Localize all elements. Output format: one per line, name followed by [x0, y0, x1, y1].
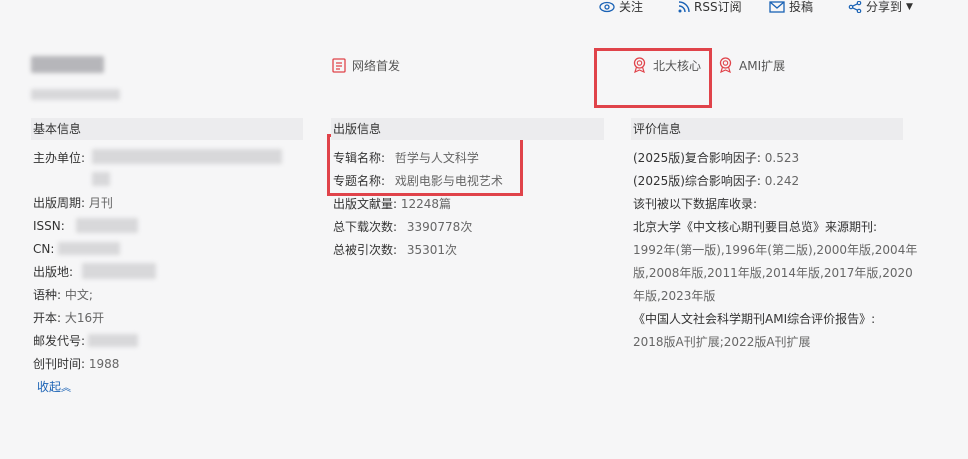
pku-years-line-3: 年版,2023年版: [633, 289, 716, 303]
topic-value: 戏剧电影与电视艺术: [394, 174, 503, 188]
downloads-row: 总下载次数: 3390778次: [333, 219, 472, 235]
comprehensive-if-label: (2025版)综合影响因子:: [633, 174, 761, 188]
volume-value: 12248篇: [400, 197, 452, 211]
cn-label: CN:: [33, 242, 55, 256]
format-label: 开本:: [33, 311, 62, 325]
place-row: 出版地:: [33, 264, 73, 280]
lang-value: 中文;: [64, 288, 93, 302]
pku-years-line-1: 1992年(第一版),1996年(第二版),2000年版,2004年: [633, 243, 918, 257]
rss-label: RSS订阅: [694, 0, 742, 14]
issn-row: ISSN:: [33, 218, 65, 234]
mail-icon: [769, 1, 785, 13]
composite-if-row: (2025版)复合影响因子: 0.523: [633, 150, 799, 166]
lang-row: 语种: 中文;: [33, 287, 93, 303]
place-label: 出版地:: [33, 265, 74, 279]
album-row: 专辑名称: 哲学与人文科学: [333, 150, 479, 166]
composite-if-label: (2025版)复合影响因子:: [633, 151, 761, 165]
citations-row: 总被引次数: 35301次: [333, 242, 457, 258]
founded-value: 1988: [88, 357, 120, 371]
ami-ext-label: AMI扩展: [739, 58, 786, 73]
issn-value: [76, 218, 138, 233]
highlight-box-pku: [594, 48, 712, 108]
eye-icon: [599, 1, 615, 13]
document-icon: [332, 57, 346, 73]
album-value: 哲学与人文科学: [394, 151, 479, 165]
rss-button[interactable]: RSS订阅: [678, 0, 742, 14]
collapse-link[interactable]: 收起︽: [37, 378, 71, 395]
top-toolbar: 关注 RSS订阅 投稿 分享到 ▼: [0, 0, 968, 14]
share-icon: [848, 1, 862, 13]
ami-report-line: 《中国人文社会科学期刊AMI综合评价报告》:: [633, 312, 876, 326]
volume-row: 出版文献量: 12248篇: [333, 196, 451, 212]
rss-icon: [678, 1, 690, 13]
founded-label: 创刊时间:: [33, 357, 86, 371]
period-row: 出版周期: 月刊: [33, 195, 113, 211]
issn-label: ISSN:: [33, 219, 65, 233]
pku-years-line-2: 版,2008年版,2011年版,2014年版,2017年版,2020: [633, 266, 913, 280]
journal-subtitle: [31, 89, 120, 100]
downloads-label: 总下载次数:: [333, 220, 398, 234]
place-value: [82, 263, 156, 279]
publish-info-heading: 出版信息: [331, 118, 604, 140]
postal-value: [88, 334, 138, 347]
sponsor-row: 主办单位:: [33, 150, 85, 166]
network-first-tag: 网络首发: [332, 57, 400, 73]
postal-row: 邮发代号:: [33, 333, 85, 349]
sponsor-label: 主办单位:: [33, 151, 86, 165]
indexed-label: 该刊被以下数据库收录:: [633, 197, 758, 211]
citations-value: 35301次: [406, 243, 458, 257]
cn-value: [58, 242, 120, 255]
journal-title: [31, 56, 104, 73]
share-button[interactable]: 分享到 ▼: [848, 0, 913, 14]
basic-info-heading: 基本信息: [31, 118, 303, 140]
caret-down-icon: ▼: [906, 2, 913, 12]
ami-ext-tag[interactable]: AMI扩展: [718, 57, 785, 73]
topic-label: 专题名称:: [333, 174, 386, 188]
sponsor-value: [92, 149, 282, 164]
ami-years-line: 2018版A刊扩展;2022版A刊扩展: [633, 335, 811, 349]
downloads-value: 3390778次: [406, 220, 473, 234]
composite-if-value: 0.523: [764, 151, 800, 165]
topic-row: 专题名称: 戏剧电影与电视艺术: [333, 173, 503, 189]
submit-label: 投稿: [789, 0, 814, 14]
award-ribbon-icon: [719, 57, 732, 73]
sponsor-value-cont: [92, 172, 110, 186]
lang-label: 语种:: [33, 288, 62, 302]
format-value: 大16开: [64, 311, 105, 325]
follow-label: 关注: [619, 0, 644, 14]
comprehensive-if-value: 0.242: [764, 174, 800, 188]
citations-label: 总被引次数:: [333, 243, 398, 257]
cn-row: CN:: [33, 241, 54, 257]
volume-label: 出版文献量:: [333, 197, 398, 211]
album-label: 专辑名称:: [333, 151, 386, 165]
share-label: 分享到: [866, 0, 903, 14]
pku-source-line: 北京大学《中文核心期刊要目总览》来源期刊:: [633, 220, 878, 234]
collapse-label: 收起: [37, 380, 62, 394]
eval-info-heading: 评价信息: [631, 118, 903, 140]
follow-button[interactable]: 关注: [599, 0, 643, 14]
submit-button[interactable]: 投稿: [769, 0, 813, 14]
chevron-up-icon: ︽: [61, 383, 72, 394]
format-row: 开本: 大16开: [33, 310, 104, 326]
founded-row: 创刊时间: 1988: [33, 356, 119, 372]
comprehensive-if-row: (2025版)综合影响因子: 0.242: [633, 173, 799, 189]
period-label: 出版周期:: [33, 196, 86, 210]
period-value: 月刊: [88, 196, 113, 210]
postal-label: 邮发代号:: [33, 334, 86, 348]
network-first-label: 网络首发: [352, 58, 401, 73]
